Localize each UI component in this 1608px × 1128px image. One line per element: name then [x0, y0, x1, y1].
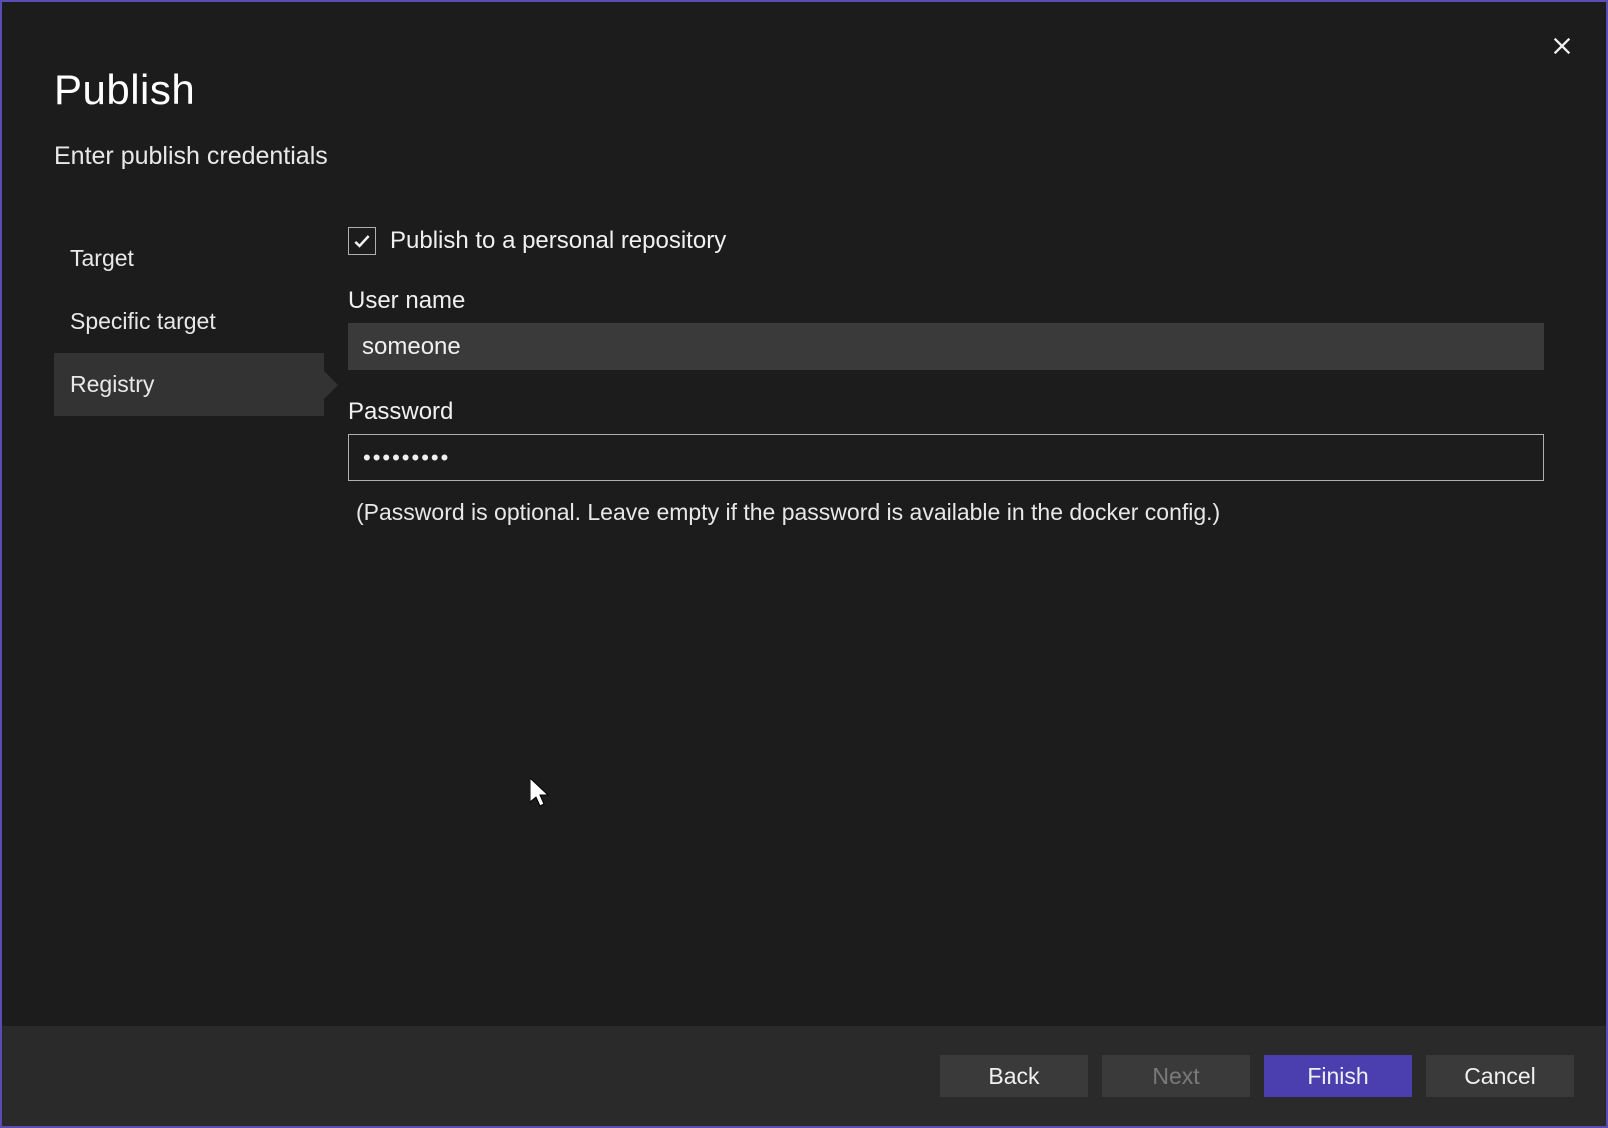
dialog-title: Publish — [54, 66, 1554, 114]
sidebar-item-target[interactable]: Target — [54, 227, 324, 290]
dialog-subtitle: Enter publish credentials — [54, 142, 1554, 171]
username-label: User name — [348, 287, 1544, 315]
personal-repo-row: Publish to a personal repository — [348, 227, 1544, 255]
close-icon — [1551, 35, 1573, 57]
publish-dialog: Publish Enter publish credentials Target… — [0, 0, 1608, 1128]
finish-button[interactable]: Finish — [1264, 1055, 1412, 1097]
sidebar-item-specific-target[interactable]: Specific target — [54, 290, 324, 353]
next-button: Next — [1102, 1055, 1250, 1097]
dialog-footer: Back Next Finish Cancel — [2, 1026, 1606, 1126]
personal-repo-label: Publish to a personal repository — [390, 227, 726, 255]
sidebar-item-label: Specific target — [70, 308, 216, 334]
personal-repo-checkbox[interactable] — [348, 227, 376, 255]
password-input[interactable] — [348, 434, 1544, 481]
sidebar-item-label: Target — [70, 245, 134, 271]
username-input[interactable] — [348, 323, 1544, 370]
back-button[interactable]: Back — [940, 1055, 1088, 1097]
dialog-header: Publish Enter publish credentials — [2, 2, 1606, 171]
password-label: Password — [348, 398, 1544, 426]
sidebar-item-registry[interactable]: Registry — [54, 353, 324, 416]
checkmark-icon — [352, 231, 372, 251]
cancel-button[interactable]: Cancel — [1426, 1055, 1574, 1097]
form-content: Publish to a personal repository User na… — [324, 227, 1554, 1026]
sidebar-item-label: Registry — [70, 371, 154, 397]
dialog-body: Target Specific target Registry Publish … — [2, 171, 1606, 1026]
close-button[interactable] — [1546, 30, 1578, 62]
password-hint: (Password is optional. Leave empty if th… — [348, 499, 1544, 526]
wizard-sidebar: Target Specific target Registry — [54, 227, 324, 1026]
